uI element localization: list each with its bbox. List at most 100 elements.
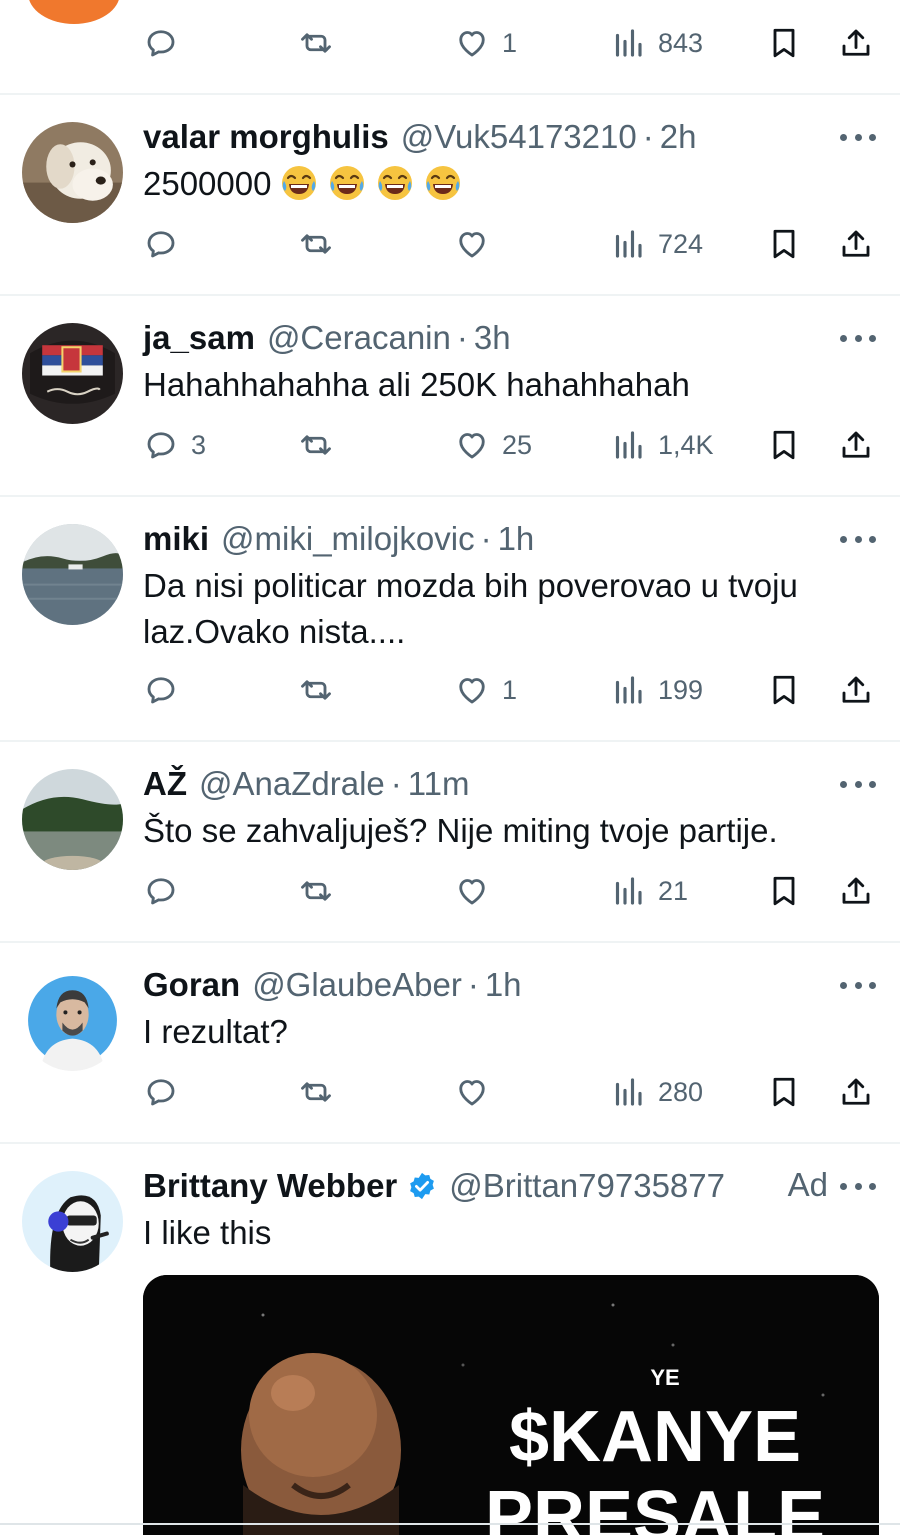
tweet-text: I rezultat? (143, 1013, 288, 1050)
bookmark-button[interactable] (766, 18, 802, 68)
separator: · (467, 966, 479, 1003)
retweet-button[interactable] (298, 219, 346, 269)
avatar[interactable] (22, 769, 123, 870)
like-button[interactable]: 25 (454, 420, 532, 470)
more-icon[interactable] (840, 534, 876, 544)
tweet-action-bar: 1 199 (0, 665, 900, 715)
more-icon[interactable] (840, 1181, 876, 1191)
bookmark-button[interactable] (766, 665, 802, 715)
like-icon (454, 1074, 490, 1110)
user-handle[interactable]: @miki_milojkovic (221, 520, 475, 558)
bookmark-icon (766, 25, 802, 61)
user-handle[interactable]: @GlaubeAber (252, 966, 462, 1004)
ad-media-image[interactable]: YE $KANYE PRESALE (143, 1275, 879, 1535)
timestamp[interactable]: 1h (498, 520, 535, 558)
tweet-header: ja_sam @Ceracanin · 3h (143, 318, 511, 358)
dog-avatar-icon (22, 122, 123, 223)
more-icon[interactable] (840, 779, 876, 789)
display-name[interactable]: AŽ (143, 765, 187, 803)
reply-button[interactable] (143, 665, 191, 715)
user-handle[interactable]: @Brittan79735877 (449, 1167, 725, 1205)
retweet-button[interactable] (298, 866, 346, 916)
views-icon (610, 1074, 646, 1110)
retweet-button[interactable] (298, 665, 346, 715)
reply-button[interactable] (143, 1067, 191, 1117)
divider (0, 1523, 900, 1525)
tweet-text-line: Da nisi politicar mozda bih poverovao u … (143, 567, 798, 604)
retweet-button[interactable] (298, 18, 346, 68)
share-button[interactable] (838, 219, 874, 269)
retweet-icon (298, 873, 334, 909)
timestamp[interactable]: 2h (660, 118, 697, 156)
reply-button[interactable]: 3 (143, 420, 206, 470)
bookmark-icon (766, 427, 802, 463)
share-button[interactable] (838, 866, 874, 916)
share-icon (838, 873, 874, 909)
display-name[interactable]: ja_sam (143, 319, 255, 357)
bookmark-button[interactable] (766, 866, 802, 916)
views-button[interactable]: 280 (610, 1067, 703, 1117)
like-button[interactable] (454, 219, 502, 269)
share-icon (838, 25, 874, 61)
timestamp[interactable]: 3h (474, 319, 511, 357)
avatar[interactable] (22, 323, 123, 424)
share-button[interactable] (838, 18, 874, 68)
timestamp[interactable]: 11m (408, 765, 470, 803)
views-button[interactable]: 199 (610, 665, 703, 715)
landscape-avatar-icon (22, 769, 123, 870)
tweet-header: valar morghulis @Vuk54173210 · 2h (143, 117, 696, 157)
timestamp[interactable]: 1h (485, 966, 522, 1004)
views-icon (610, 427, 646, 463)
views-button[interactable]: 21 (610, 866, 688, 916)
like-icon (454, 873, 490, 909)
views-button[interactable]: 843 (610, 18, 703, 68)
retweet-icon (298, 1074, 334, 1110)
views-button[interactable]: 724 (610, 219, 703, 269)
divider (0, 941, 900, 943)
more-icon[interactable] (840, 132, 876, 142)
display-name[interactable]: Brittany Webber (143, 1167, 397, 1205)
like-button[interactable]: 1 (454, 665, 517, 715)
share-button[interactable] (838, 665, 874, 715)
more-icon[interactable] (840, 980, 876, 990)
display-name[interactable]: miki (143, 520, 209, 558)
share-icon (838, 226, 874, 262)
reply-button[interactable] (143, 18, 191, 68)
tweet-text-line: laz.Ovako nista.... (143, 613, 406, 650)
more-icon[interactable] (840, 333, 876, 343)
user-handle[interactable]: @Ceracanin (267, 319, 451, 357)
ad-image-text-small: YE (650, 1365, 679, 1390)
bookmark-button[interactable] (766, 219, 802, 269)
like-icon (454, 25, 490, 61)
tweet-action-bar: 21 (0, 866, 900, 916)
share-button[interactable] (838, 420, 874, 470)
user-handle[interactable]: @AnaZdrale (199, 765, 385, 803)
reply-button[interactable] (143, 219, 191, 269)
avatar[interactable] (22, 970, 123, 1071)
divider (0, 294, 900, 296)
tweet-header: miki @miki_milojkovic · 1h (143, 519, 534, 559)
like-button[interactable]: 1 (454, 18, 517, 68)
display-name[interactable]: valar morghulis (143, 118, 389, 156)
retweet-button[interactable] (298, 1067, 346, 1117)
bookmark-button[interactable] (766, 420, 802, 470)
laughing-emoji-icon (423, 163, 463, 203)
tweet-text: I like this (143, 1214, 272, 1251)
tweet-text: Hahahhahahha ali 250K hahahhahah (143, 366, 690, 403)
display-name[interactable]: Goran (143, 966, 240, 1004)
views-count: 724 (658, 228, 704, 259)
retweet-icon (298, 25, 334, 61)
like-button[interactable] (454, 1067, 502, 1117)
bookmark-button[interactable] (766, 1067, 802, 1117)
avatar[interactable] (22, 122, 123, 223)
laughing-emoji-icon (327, 163, 367, 203)
views-count: 21 (658, 875, 689, 906)
reply-button[interactable] (143, 866, 191, 916)
avatar[interactable] (22, 1171, 123, 1272)
like-button[interactable] (454, 866, 502, 916)
user-handle[interactable]: @Vuk54173210 (401, 118, 637, 156)
share-button[interactable] (838, 1067, 874, 1117)
retweet-button[interactable] (298, 420, 346, 470)
avatar[interactable] (22, 524, 123, 625)
views-button[interactable]: 1,4K (610, 420, 714, 470)
